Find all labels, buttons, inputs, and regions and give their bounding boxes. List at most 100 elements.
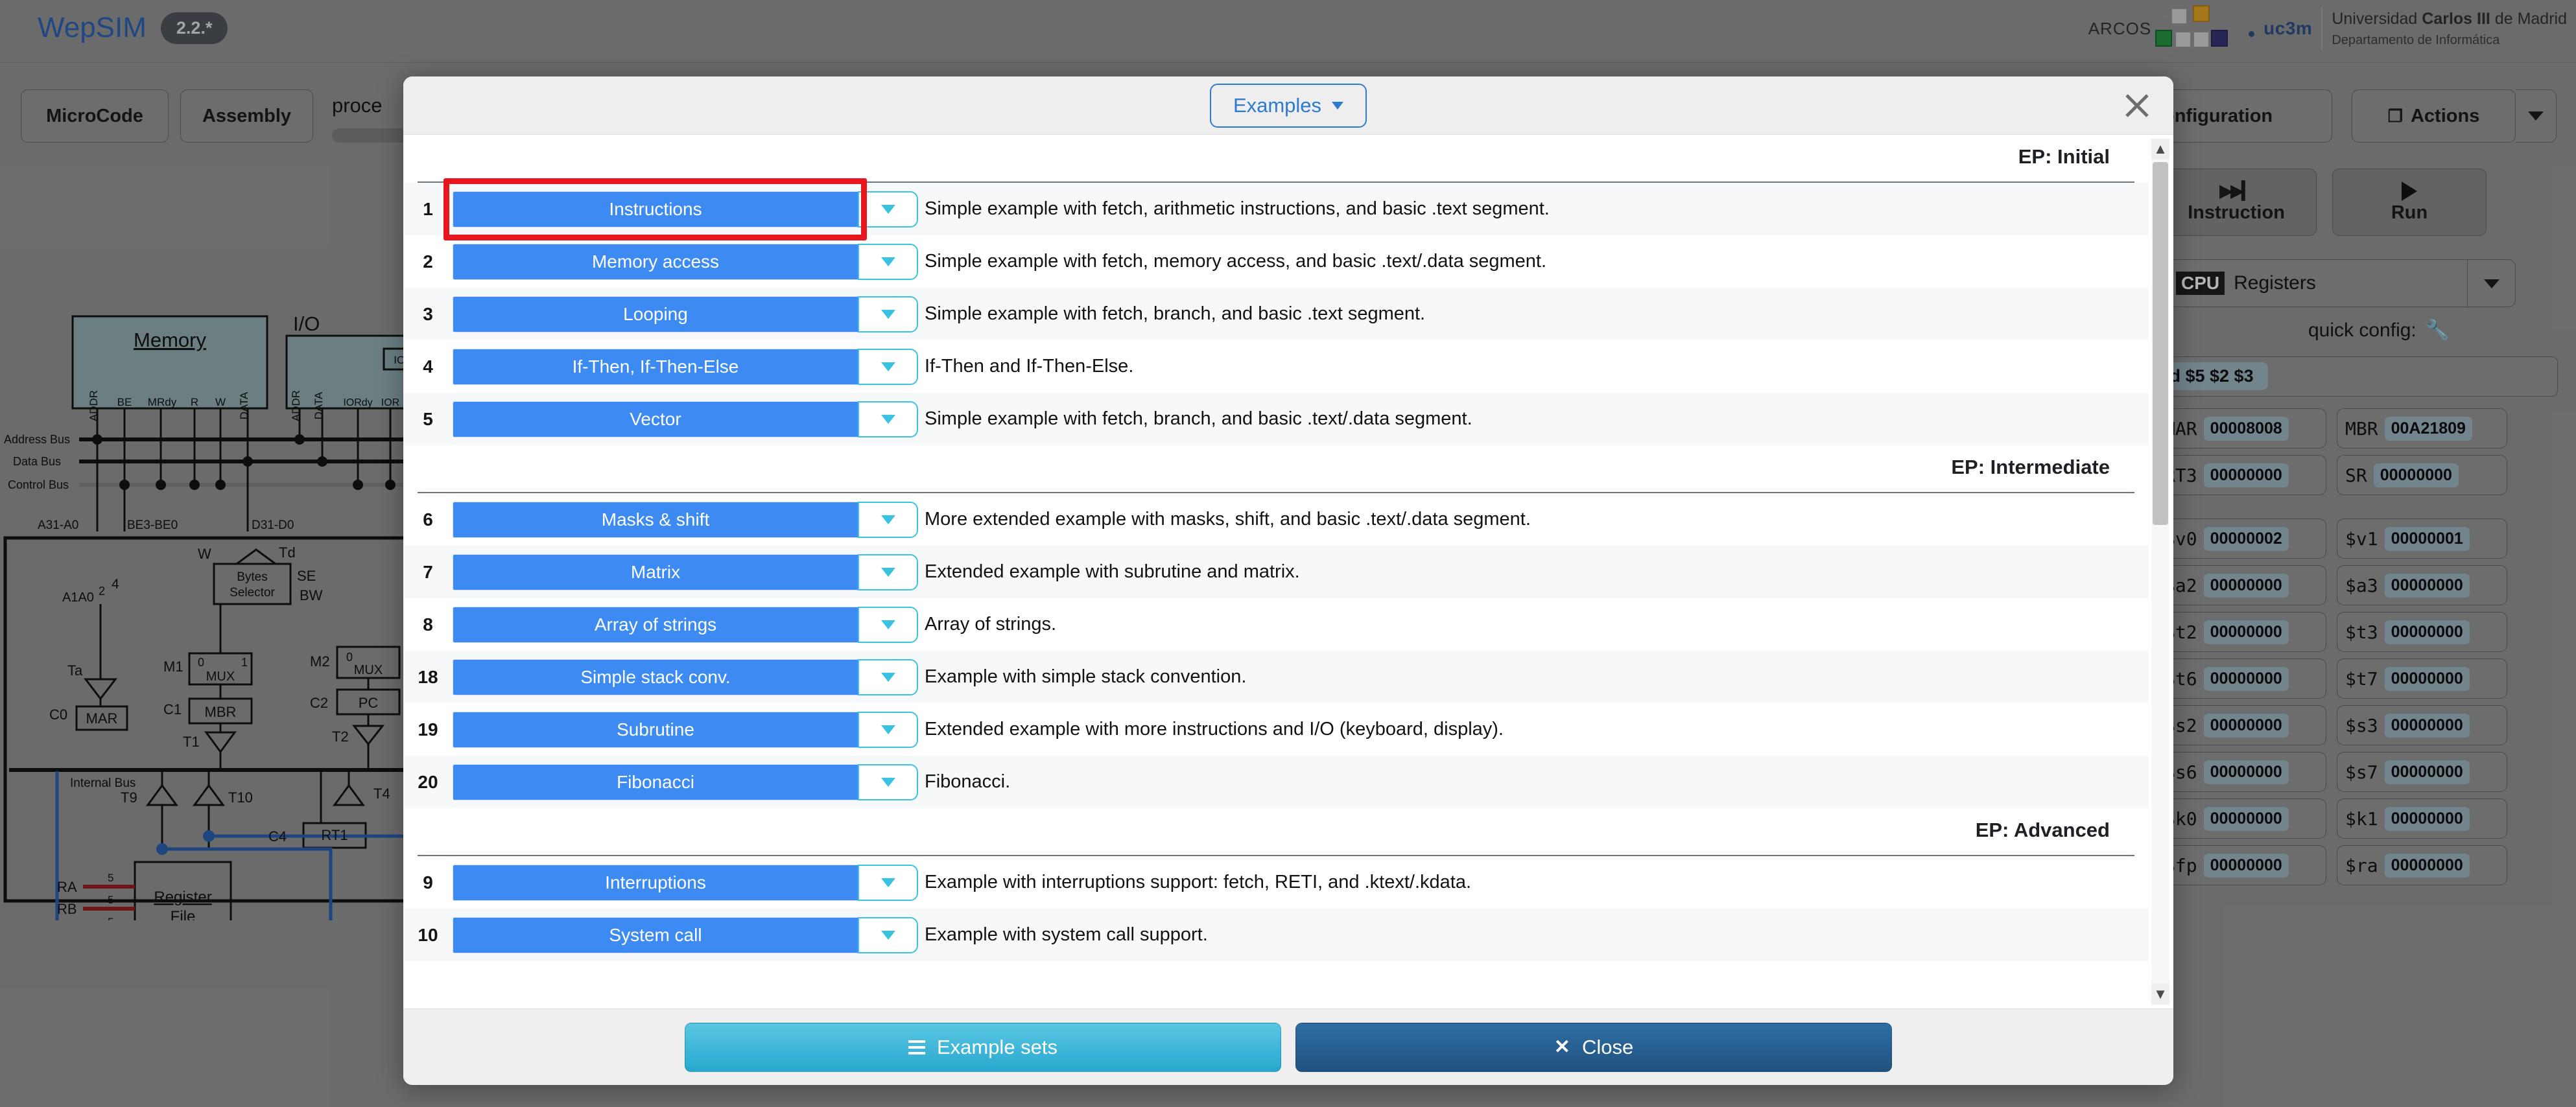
example-dropdown-toggle[interactable] — [858, 401, 918, 437]
example-button-group: Simple stack conv. — [453, 659, 918, 695]
example-index: 1 — [403, 199, 453, 220]
example-row: 4If-Then, If-Then-Else If-Then and If-The… — [403, 340, 2149, 393]
modal-footer: Example sets ✕ Close — [403, 1008, 2173, 1085]
scrollbar[interactable]: ▲ ▼ — [2151, 139, 2169, 1005]
example-row: 9Interruptions Example with interruptions… — [403, 856, 2149, 909]
chevron-down-icon — [881, 205, 895, 214]
example-load-button[interactable]: Subrutine — [453, 712, 858, 748]
example-index: 5 — [403, 409, 453, 430]
examples-list[interactable]: EP: Initial 1Instructions Simple example w… — [403, 135, 2149, 1008]
example-description: Example with interruptions support: fetc… — [918, 872, 1471, 893]
example-dropdown-toggle[interactable] — [858, 865, 918, 901]
section-header: EP: Intermediate — [403, 445, 2149, 485]
examples-dropdown-label: Examples — [1233, 94, 1321, 117]
example-index: 19 — [403, 719, 453, 740]
example-row: 8Array of strings Array of strings. — [403, 598, 2149, 651]
example-button-group: Instructions — [453, 191, 918, 227]
example-dropdown-toggle[interactable] — [858, 554, 918, 590]
scrollbar-down-arrow[interactable]: ▼ — [2151, 984, 2169, 1005]
example-dropdown-toggle[interactable] — [858, 244, 918, 280]
example-button-group: Subrutine — [453, 712, 918, 748]
example-dropdown-toggle[interactable] — [858, 764, 918, 800]
example-button-group: Looping — [453, 296, 918, 332]
example-dropdown-toggle[interactable] — [858, 917, 918, 953]
example-load-button[interactable]: Array of strings — [453, 607, 858, 643]
example-description: Simple example with fetch, arithmetic in… — [918, 198, 1550, 220]
example-button-group: Vector — [453, 401, 918, 437]
chevron-down-icon — [881, 931, 895, 940]
chevron-down-icon: ▼ — [2153, 987, 2168, 1001]
example-row: 18Simple stack conv.Example with simple … — [403, 651, 2149, 703]
example-index: 9 — [403, 872, 453, 893]
example-load-button[interactable]: Interruptions — [453, 865, 858, 901]
close-icon[interactable] — [2119, 87, 2155, 124]
chevron-down-icon — [881, 257, 895, 266]
example-index: 2 — [403, 251, 453, 272]
example-description: Simple example with fetch, branch, and b… — [918, 408, 1472, 430]
example-load-button[interactable]: If-Then, If-Then-Else — [453, 349, 858, 385]
example-sets-label: Example sets — [937, 1036, 1058, 1059]
chevron-down-icon — [881, 515, 895, 524]
example-load-button[interactable]: Fibonacci — [453, 764, 858, 800]
example-load-button[interactable]: Simple stack conv. — [453, 659, 858, 695]
x-icon: ✕ — [1554, 1036, 1570, 1058]
example-index: 6 — [403, 509, 453, 530]
example-row: 20Fibonacci Fibonacci. — [403, 756, 2149, 808]
section-header: EP: Initial — [403, 135, 2149, 175]
example-load-button[interactable]: System call — [453, 917, 858, 953]
example-dropdown-toggle[interactable] — [858, 191, 918, 227]
close-button[interactable]: ✕ Close — [1295, 1023, 1892, 1072]
section-header: EP: Advanced — [403, 808, 2149, 848]
example-dropdown-toggle[interactable] — [858, 607, 918, 643]
example-index: 4 — [403, 356, 453, 377]
chevron-down-icon — [881, 878, 895, 887]
example-load-button[interactable]: Matrix — [453, 554, 858, 590]
example-sets-button[interactable]: Example sets — [685, 1023, 1281, 1072]
example-dropdown-toggle[interactable] — [858, 502, 918, 538]
example-dropdown-toggle[interactable] — [858, 712, 918, 748]
example-description: Simple example with fetch, branch, and b… — [918, 303, 1425, 325]
example-description: If-Then and If-Then-Else. — [918, 356, 1133, 377]
example-row: 1Instructions Simple example with fetch, … — [403, 183, 2149, 235]
example-load-button[interactable]: Looping — [453, 296, 858, 332]
example-description: Array of strings. — [918, 614, 1056, 635]
chevron-down-icon — [881, 415, 895, 424]
example-button-group: If-Then, If-Then-Else — [453, 349, 918, 385]
example-dropdown-toggle[interactable] — [858, 349, 918, 385]
example-button-group: Array of strings — [453, 607, 918, 643]
example-description: Fibonacci. — [918, 771, 1010, 793]
scrollbar-thumb[interactable] — [2153, 162, 2168, 525]
example-load-button[interactable]: Vector — [453, 401, 858, 437]
example-dropdown-toggle[interactable] — [858, 296, 918, 332]
example-button-group: Matrix — [453, 554, 918, 590]
list-icon — [908, 1040, 925, 1055]
chevron-down-icon — [881, 778, 895, 787]
chevron-down-icon — [881, 362, 895, 371]
example-index: 8 — [403, 614, 453, 635]
example-row: 2Memory accessSimple example with fetch,… — [403, 235, 2149, 288]
example-index: 18 — [403, 667, 453, 688]
example-description: Extended example with more instructions … — [918, 719, 1504, 740]
example-row: 6Masks & shiftMore extended example with… — [403, 493, 2149, 546]
example-row: 19Subrutine Extended example with more in… — [403, 703, 2149, 756]
section-title: EP: Intermediate — [403, 456, 2110, 479]
example-button-group: Masks & shift — [453, 502, 918, 538]
scrollbar-up-arrow[interactable]: ▲ — [2151, 139, 2169, 159]
example-button-group: Interruptions — [453, 865, 918, 901]
section-title: EP: Advanced — [403, 819, 2110, 842]
examples-dropdown-button[interactable]: Examples — [1210, 84, 1367, 128]
example-dropdown-toggle[interactable] — [858, 659, 918, 695]
modal-header: Examples — [403, 76, 2173, 135]
example-load-button[interactable]: Memory access — [453, 244, 858, 280]
chevron-down-icon — [881, 725, 895, 734]
example-button-group: System call — [453, 917, 918, 953]
example-index: 20 — [403, 772, 453, 793]
example-button-group: Fibonacci — [453, 764, 918, 800]
example-index: 3 — [403, 304, 453, 325]
example-load-button[interactable]: Masks & shift — [453, 502, 858, 538]
example-description: Example with system call support. — [918, 924, 1208, 946]
example-row: 5Vector Simple example with fetch, branch… — [403, 393, 2149, 445]
example-row: 3Looping Simple example with fetch, branc… — [403, 288, 2149, 340]
example-index: 10 — [403, 925, 453, 946]
example-load-button[interactable]: Instructions — [453, 191, 858, 227]
